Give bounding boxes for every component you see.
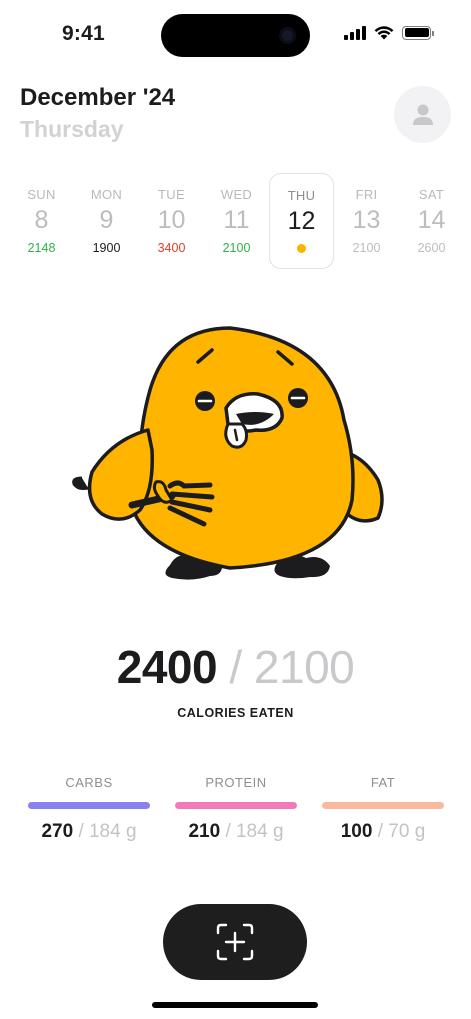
day-calories: 2100: [222, 241, 251, 255]
day-number: 13: [352, 206, 381, 234]
scan-add-icon: [216, 923, 254, 961]
macro-progress-bar: [175, 802, 297, 809]
week-strip: SUN 8 2148 MON 9 1900 TUE 10 3400 WED 11 2100 THU 12 F…: [9, 173, 463, 269]
battery-icon: [402, 25, 434, 40]
macro-goal: / 184 g: [225, 821, 284, 842]
macro-eaten: 270: [41, 821, 74, 842]
chick-mascot-icon: [72, 326, 384, 580]
day-mon[interactable]: MON 9 1900: [74, 173, 139, 269]
status-icons: [344, 25, 434, 40]
macro-protein: PROTEIN 210 / 184 g: [175, 775, 297, 843]
macro-goal: / 184 g: [78, 821, 137, 842]
day-calories: 2600: [417, 241, 446, 255]
day-calories: 2148: [27, 241, 56, 255]
day-sat[interactable]: SAT 14 2600: [399, 173, 464, 269]
macro-eaten: 210: [188, 821, 221, 842]
day-name: MON: [90, 187, 123, 202]
calories-count: 2400 / 2100: [0, 640, 471, 694]
macro-value: 100 / 70 g: [322, 821, 444, 843]
day-sun[interactable]: SUN 8 2148: [9, 173, 74, 269]
calories-separator: /: [229, 641, 242, 693]
macro-value: 210 / 184 g: [175, 821, 297, 843]
macro-goal: / 70 g: [377, 821, 426, 842]
day-number: 12: [287, 207, 316, 235]
month-title: December '24: [20, 84, 176, 111]
day-calories: 1900: [92, 241, 121, 255]
macro-name: CARBS: [65, 775, 113, 790]
calories-label: CALORIES EATEN: [177, 706, 294, 720]
user-icon: [412, 104, 433, 125]
status-time: 9:41: [62, 22, 105, 45]
today-dot-icon: [297, 244, 306, 253]
calories-eaten: 2400: [116, 641, 218, 693]
date-header: December '24 Thursday: [20, 84, 175, 143]
home-indicator: [152, 1002, 318, 1008]
day-number: 10: [157, 206, 186, 234]
front-camera-icon: [279, 27, 296, 44]
day-number: 8: [34, 206, 49, 234]
macros-summary: CARBS 270 / 184 g PROTEIN 210 / 184 g FAT 100…: [28, 775, 444, 843]
macro-name: FAT: [370, 775, 396, 790]
day-name: SAT: [418, 187, 445, 202]
macro-progress-bar: [28, 802, 150, 809]
scan-food-button[interactable]: [163, 904, 307, 980]
day-number: 11: [223, 206, 250, 234]
day-calories: 2100: [352, 241, 381, 255]
macro-progress-bar: [322, 802, 444, 809]
calories-summary: 2400 / 2100 CALORIES EATEN: [0, 640, 471, 720]
weekday-subtitle: Thursday: [20, 116, 124, 142]
day-fri[interactable]: FRI 13 2100: [334, 173, 399, 269]
day-name: THU: [287, 188, 316, 203]
status-bar: 9:41: [0, 0, 471, 70]
macro-fat: FAT 100 / 70 g: [322, 775, 444, 843]
macro-carbs: CARBS 270 / 184 g: [28, 775, 150, 843]
macro-name: PROTEIN: [205, 775, 267, 790]
macro-eaten: 100: [340, 821, 373, 842]
day-name: FRI: [355, 187, 378, 202]
cellular-signal-icon: [344, 25, 366, 40]
day-name: SUN: [27, 187, 56, 202]
calories-goal: 2100: [253, 641, 355, 693]
day-wed[interactable]: WED 11 2100: [204, 173, 269, 269]
day-tue[interactable]: TUE 10 3400: [139, 173, 204, 269]
day-calories: 3400: [157, 241, 186, 255]
day-number: 9: [99, 206, 114, 234]
day-name: TUE: [158, 187, 185, 202]
wifi-icon: [374, 26, 394, 40]
day-name: WED: [220, 187, 253, 202]
day-number: 14: [417, 206, 446, 234]
dynamic-island: [161, 14, 310, 57]
macro-value: 270 / 184 g: [28, 821, 150, 843]
day-thu[interactable]: THU 12: [269, 173, 334, 269]
profile-avatar-button[interactable]: [394, 86, 451, 143]
battery-level: [404, 28, 429, 37]
